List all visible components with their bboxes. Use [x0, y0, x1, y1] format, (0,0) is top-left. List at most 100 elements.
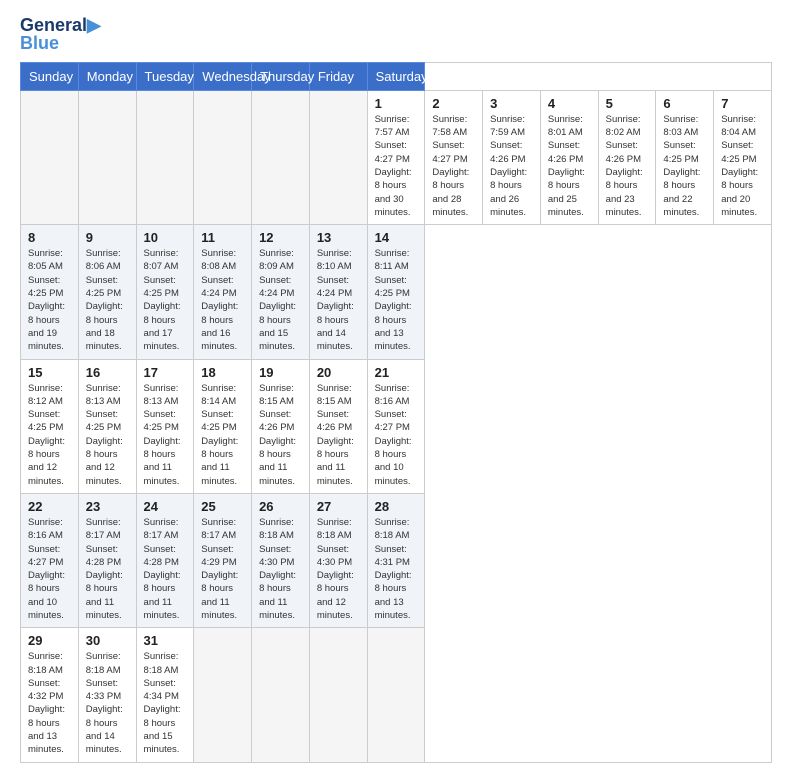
logo-blue-text: Blue: [20, 34, 59, 52]
calendar-cell: [78, 90, 136, 224]
day-info: Sunrise: 8:18 AMSunset: 4:31 PMDaylight:…: [375, 516, 418, 622]
weekday-header-wednesday: Wednesday: [194, 62, 252, 90]
calendar-cell: 29 Sunrise: 8:18 AMSunset: 4:32 PMDayligh…: [21, 628, 79, 762]
day-info: Sunrise: 8:18 AMSunset: 4:32 PMDaylight:…: [28, 650, 71, 756]
calendar-cell: 1 Sunrise: 7:57 AMSunset: 4:27 PMDaylight…: [367, 90, 425, 224]
calendar-cell: 6Sunrise: 8:03 AMSunset: 4:25 PMDaylight…: [656, 90, 714, 224]
calendar-cell: 17Sunrise: 8:13 AMSunset: 4:25 PMDayligh…: [136, 359, 194, 493]
day-number: 14: [375, 230, 418, 245]
day-number: 20: [317, 365, 360, 380]
day-info: Sunrise: 8:07 AMSunset: 4:25 PMDaylight:…: [144, 247, 187, 353]
weekday-header-tuesday: Tuesday: [136, 62, 194, 90]
day-number: 9: [86, 230, 129, 245]
calendar-week-3: 15Sunrise: 8:12 AMSunset: 4:25 PMDayligh…: [21, 359, 772, 493]
day-number: 2: [432, 96, 475, 111]
weekday-header-row: SundayMondayTuesdayWednesdayThursdayFrid…: [21, 62, 772, 90]
day-number: 13: [317, 230, 360, 245]
calendar-cell: [252, 628, 310, 762]
day-number: 19: [259, 365, 302, 380]
calendar-cell: 22 Sunrise: 8:16 AMSunset: 4:27 PMDayligh…: [21, 493, 79, 627]
day-info: Sunrise: 8:13 AMSunset: 4:25 PMDaylight:…: [144, 382, 187, 488]
calendar-cell: [21, 90, 79, 224]
day-info: Sunrise: 8:14 AMSunset: 4:25 PMDaylight:…: [201, 382, 244, 488]
day-info: Sunrise: 8:13 AMSunset: 4:25 PMDaylight:…: [86, 382, 129, 488]
day-info: Sunrise: 8:12 AMSunset: 4:25 PMDaylight:…: [28, 382, 71, 488]
calendar-cell: [194, 90, 252, 224]
day-info: Sunrise: 8:15 AMSunset: 4:26 PMDaylight:…: [259, 382, 302, 488]
day-info: Sunrise: 8:16 AMSunset: 4:27 PMDaylight:…: [28, 516, 71, 622]
day-number: 29: [28, 633, 71, 648]
day-number: 8: [28, 230, 71, 245]
weekday-header-friday: Friday: [309, 62, 367, 90]
day-number: 31: [144, 633, 187, 648]
calendar-week-4: 22 Sunrise: 8:16 AMSunset: 4:27 PMDayligh…: [21, 493, 772, 627]
calendar-cell: 14 Sunrise: 8:11 AMSunset: 4:25 PMDayligh…: [367, 225, 425, 359]
day-info: Sunrise: 8:17 AMSunset: 4:28 PMDaylight:…: [144, 516, 187, 622]
day-info: Sunrise: 7:57 AMSunset: 4:27 PMDaylight:…: [375, 113, 418, 219]
day-number: 16: [86, 365, 129, 380]
calendar-cell: 23 Sunrise: 8:17 AMSunset: 4:28 PMDayligh…: [78, 493, 136, 627]
weekday-header-monday: Monday: [78, 62, 136, 90]
calendar-cell: 31Sunrise: 8:18 AMSunset: 4:34 PMDayligh…: [136, 628, 194, 762]
day-number: 21: [375, 365, 418, 380]
day-number: 12: [259, 230, 302, 245]
calendar-cell: [309, 628, 367, 762]
day-number: 4: [548, 96, 591, 111]
day-number: 7: [721, 96, 764, 111]
calendar-cell: 27Sunrise: 8:18 AMSunset: 4:30 PMDayligh…: [309, 493, 367, 627]
calendar-cell: 21Sunrise: 8:16 AMSunset: 4:27 PMDayligh…: [367, 359, 425, 493]
day-number: 5: [606, 96, 649, 111]
day-info: Sunrise: 8:18 AMSunset: 4:30 PMDaylight:…: [259, 516, 302, 622]
calendar-cell: 3 Sunrise: 7:59 AMSunset: 4:26 PMDaylight…: [483, 90, 541, 224]
day-info: Sunrise: 8:11 AMSunset: 4:25 PMDaylight:…: [375, 247, 418, 353]
day-number: 1: [375, 96, 418, 111]
day-info: Sunrise: 8:17 AMSunset: 4:28 PMDaylight:…: [86, 516, 129, 622]
calendar-week-2: 8 Sunrise: 8:05 AMSunset: 4:25 PMDaylight…: [21, 225, 772, 359]
day-info: Sunrise: 8:01 AMSunset: 4:26 PMDaylight:…: [548, 113, 591, 219]
day-info: Sunrise: 8:02 AMSunset: 4:26 PMDaylight:…: [606, 113, 649, 219]
day-number: 10: [144, 230, 187, 245]
day-number: 3: [490, 96, 533, 111]
calendar-cell: 11Sunrise: 8:08 AMSunset: 4:24 PMDayligh…: [194, 225, 252, 359]
calendar-cell: 16 Sunrise: 8:13 AMSunset: 4:25 PMDayligh…: [78, 359, 136, 493]
day-info: Sunrise: 8:06 AMSunset: 4:25 PMDaylight:…: [86, 247, 129, 353]
day-info: Sunrise: 8:05 AMSunset: 4:25 PMDaylight:…: [28, 247, 71, 353]
day-number: 26: [259, 499, 302, 514]
calendar-cell: 15Sunrise: 8:12 AMSunset: 4:25 PMDayligh…: [21, 359, 79, 493]
calendar-cell: 24 Sunrise: 8:17 AMSunset: 4:28 PMDayligh…: [136, 493, 194, 627]
day-number: 23: [86, 499, 129, 514]
calendar-cell: 12Sunrise: 8:09 AMSunset: 4:24 PMDayligh…: [252, 225, 310, 359]
day-info: Sunrise: 7:59 AMSunset: 4:26 PMDaylight:…: [490, 113, 533, 219]
day-number: 28: [375, 499, 418, 514]
weekday-header-saturday: Saturday: [367, 62, 425, 90]
calendar-cell: 25Sunrise: 8:17 AMSunset: 4:29 PMDayligh…: [194, 493, 252, 627]
calendar-cell: 9 Sunrise: 8:06 AMSunset: 4:25 PMDaylight…: [78, 225, 136, 359]
calendar-cell: [252, 90, 310, 224]
day-info: Sunrise: 8:18 AMSunset: 4:33 PMDaylight:…: [86, 650, 129, 756]
calendar-cell: 18 Sunrise: 8:14 AMSunset: 4:25 PMDayligh…: [194, 359, 252, 493]
page: General▶ Blue SundayMondayTuesdayWednesd…: [0, 0, 792, 612]
day-number: 6: [663, 96, 706, 111]
calendar-cell: 28 Sunrise: 8:18 AMSunset: 4:31 PMDayligh…: [367, 493, 425, 627]
calendar-cell: [367, 628, 425, 762]
header: General▶ Blue: [20, 16, 772, 52]
calendar-cell: 5 Sunrise: 8:02 AMSunset: 4:26 PMDaylight…: [598, 90, 656, 224]
calendar-cell: [194, 628, 252, 762]
calendar-week-1: 1 Sunrise: 7:57 AMSunset: 4:27 PMDaylight…: [21, 90, 772, 224]
day-number: 18: [201, 365, 244, 380]
day-info: Sunrise: 8:17 AMSunset: 4:29 PMDaylight:…: [201, 516, 244, 622]
day-number: 24: [144, 499, 187, 514]
day-number: 30: [86, 633, 129, 648]
calendar-cell: 7 Sunrise: 8:04 AMSunset: 4:25 PMDaylight…: [714, 90, 772, 224]
day-number: 22: [28, 499, 71, 514]
day-info: Sunrise: 8:04 AMSunset: 4:25 PMDaylight:…: [721, 113, 764, 219]
calendar-cell: 8 Sunrise: 8:05 AMSunset: 4:25 PMDaylight…: [21, 225, 79, 359]
calendar-cell: 2Sunrise: 7:58 AMSunset: 4:27 PMDaylight…: [425, 90, 483, 224]
calendar-cell: 26 Sunrise: 8:18 AMSunset: 4:30 PMDayligh…: [252, 493, 310, 627]
day-info: Sunrise: 8:08 AMSunset: 4:24 PMDaylight:…: [201, 247, 244, 353]
logo: General▶ Blue: [20, 16, 101, 52]
calendar-table: SundayMondayTuesdayWednesdayThursdayFrid…: [20, 62, 772, 763]
day-info: Sunrise: 8:15 AMSunset: 4:26 PMDaylight:…: [317, 382, 360, 488]
calendar-week-5: 29 Sunrise: 8:18 AMSunset: 4:32 PMDayligh…: [21, 628, 772, 762]
calendar-cell: [309, 90, 367, 224]
